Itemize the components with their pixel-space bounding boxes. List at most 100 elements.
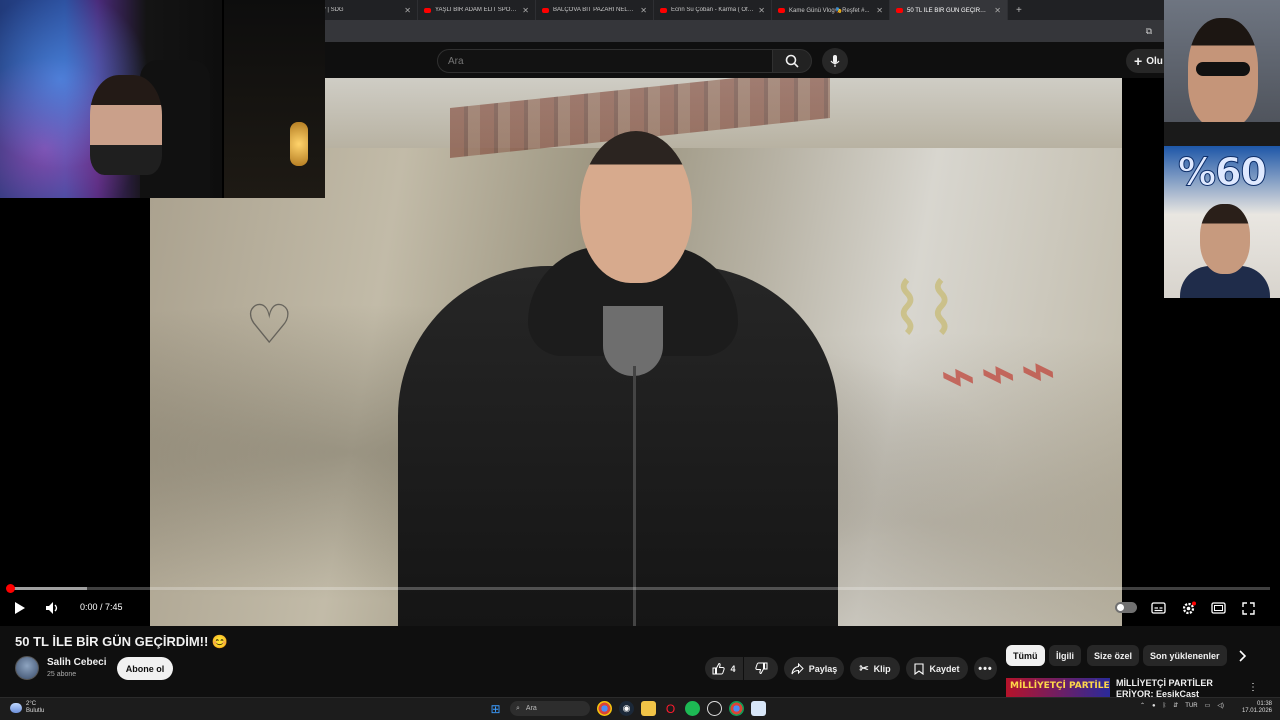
chip-recent[interactable]: Son yüklenenler (1143, 645, 1227, 666)
subscriber-count: 25 abone (47, 671, 77, 678)
thumbs-up-icon (712, 662, 726, 675)
voice-search-button[interactable] (822, 48, 848, 74)
video-title: 50 TL İLE BİR GÜN GEÇİRDİM!! 😊 (15, 634, 229, 649)
channel-avatar[interactable] (15, 656, 39, 680)
settings-button[interactable] (1179, 599, 1197, 617)
chips-next-button[interactable] (1234, 647, 1250, 665)
close-tab-icon[interactable]: ✕ (404, 6, 411, 15)
progress-bar[interactable] (10, 587, 1270, 590)
thumbs-down-icon (754, 662, 767, 675)
browser-tab[interactable]: Kame Günü Vlog🎭Reşfet #... ✕ (772, 0, 890, 20)
browser-tab[interactable]: Ecrin Su Çoban - Karma ( Offic... ✕ (654, 0, 772, 20)
tray-app-icon[interactable]: ● (1152, 703, 1156, 709)
more-horizontal-icon: ••• (978, 662, 993, 675)
speaker-icon[interactable]: ◁) (1217, 702, 1224, 709)
play-button[interactable] (12, 599, 28, 617)
like-button[interactable]: 4 (705, 657, 743, 680)
notepad-icon[interactable] (751, 701, 766, 716)
youtube-favicon-icon (660, 7, 667, 13)
graffiti-red: ⌁⌁⌁ (937, 333, 1063, 413)
subscribe-button[interactable]: Abone ol (117, 657, 173, 680)
close-tab-icon[interactable]: ✕ (758, 6, 765, 15)
search-icon (785, 54, 799, 68)
more-actions-button[interactable]: ••• (974, 657, 997, 680)
chevron-up-icon[interactable]: ⌃ (1140, 702, 1145, 709)
close-tab-icon[interactable]: ✕ (876, 6, 883, 15)
clip-button[interactable]: ✂ Klip (850, 657, 900, 680)
browser-tab-active[interactable]: 50 TL İLE BİR GÜN GEÇİRDİM!! 😊✕ (890, 0, 1008, 20)
streamer-facecam (0, 0, 325, 198)
search-button[interactable] (772, 49, 812, 73)
plus-icon: + (1134, 53, 1143, 69)
recommendation-thumbnail[interactable]: MİLLİYETÇİ PARTİLER (1006, 678, 1110, 698)
new-tab-icon[interactable]: + (1008, 5, 1022, 16)
opera-icon[interactable]: O (663, 701, 678, 716)
scrubber-handle[interactable] (6, 584, 15, 593)
subtitles-button[interactable] (1149, 599, 1167, 617)
bluetooth-icon[interactable]: ᛒ (1163, 703, 1167, 709)
shelf (222, 0, 325, 198)
like-count: 4 (730, 663, 736, 674)
dislike-button[interactable] (744, 657, 778, 680)
browser-tab[interactable]: BALÇOVA BİT PAZARI NELER B...✕ (536, 0, 654, 20)
microphone-icon (830, 55, 840, 67)
chip-for-you[interactable]: Size özel (1087, 645, 1140, 666)
promo-overlay: %60 (1164, 146, 1280, 298)
screen: or? | SDG✕ YAŞLI BİR ADAM ELİT SPORCU...… (0, 0, 1280, 720)
fullscreen-button[interactable] (1239, 599, 1257, 617)
chip-related[interactable]: İlgili (1049, 645, 1081, 666)
taskbar: 2°C Bulutlu ⊞ ⌕ Ara ◉ O ⌃ ● ᛒ ⇵ TUR ▭ ◁)… (0, 697, 1280, 720)
search-input[interactable] (448, 55, 748, 67)
youtube-favicon-icon (778, 7, 785, 13)
browser-tab[interactable]: YAŞLI BİR ADAM ELİT SPORCU...✕ (418, 0, 536, 20)
shirt (1164, 122, 1280, 146)
cast-icon[interactable]: ⧉ (1146, 26, 1152, 37)
streamer-figure (90, 75, 162, 175)
file-explorer-icon[interactable] (641, 701, 656, 716)
time-display: 0:00 / 7:45 (80, 602, 123, 612)
scissors-icon: ✂ (859, 663, 869, 675)
monitor-icon[interactable]: ▭ (1205, 702, 1211, 709)
youtube-favicon-icon (896, 7, 903, 13)
promo-percent: %60 (1178, 150, 1268, 195)
bookmark-icon (914, 662, 925, 675)
weather-widget[interactable]: 2°C Bulutlu (10, 701, 44, 715)
graffiti-yellow: ⌇⌇ (890, 268, 959, 350)
usb-icon[interactable]: ⇵ (1173, 702, 1178, 709)
taskbar-apps: ⊞ ⌕ Ara ◉ O (488, 701, 766, 716)
steam-icon[interactable]: ◉ (619, 701, 634, 716)
theater-mode-icon (1210, 602, 1226, 614)
taskbar-search[interactable]: ⌕ Ara (510, 701, 590, 716)
chip-all[interactable]: Tümü (1006, 645, 1045, 666)
chrome-active-icon[interactable] (729, 701, 744, 716)
github-icon[interactable] (707, 701, 722, 716)
windows-start-icon[interactable]: ⊞ (488, 701, 503, 716)
weather-text: 2°C Bulutlu (26, 701, 45, 714)
chrome-icon[interactable] (597, 701, 612, 716)
close-tab-icon[interactable]: ✕ (522, 6, 529, 15)
recommendation-title[interactable]: MİLLİYETÇİ PARTİLER ERİYOR: EesikCast (1116, 678, 1246, 698)
cloud-icon (10, 703, 22, 713)
close-tab-icon[interactable]: ✕ (640, 6, 647, 15)
autoplay-toggle[interactable] (1115, 602, 1137, 613)
channel-name[interactable]: Salih Cebeci (47, 657, 106, 668)
search-box[interactable] (437, 49, 773, 73)
youtube-favicon-icon (424, 7, 431, 13)
close-tab-icon[interactable]: ✕ (994, 6, 1001, 15)
youtube-favicon-icon (542, 7, 549, 13)
video-person (398, 126, 838, 626)
spotify-icon[interactable] (685, 701, 700, 716)
volume-button[interactable] (44, 599, 62, 617)
recommendation-menu-button[interactable]: ⋮ (1247, 678, 1259, 696)
lamp (290, 122, 308, 166)
theater-mode-button[interactable] (1209, 599, 1227, 617)
language-indicator[interactable]: TUR (1185, 703, 1197, 709)
system-tray: ⌃ ● ᛒ ⇵ TUR ▭ ◁) (1140, 702, 1224, 710)
taskbar-clock[interactable]: 01:38 17.01.2026 (1240, 701, 1272, 715)
buffer-bar (10, 587, 87, 590)
share-button[interactable]: Paylaş (784, 657, 844, 680)
save-button[interactable]: Kaydet (906, 657, 968, 680)
volume-icon (46, 602, 58, 614)
head (580, 131, 692, 283)
search-icon: ⌕ (516, 704, 520, 712)
